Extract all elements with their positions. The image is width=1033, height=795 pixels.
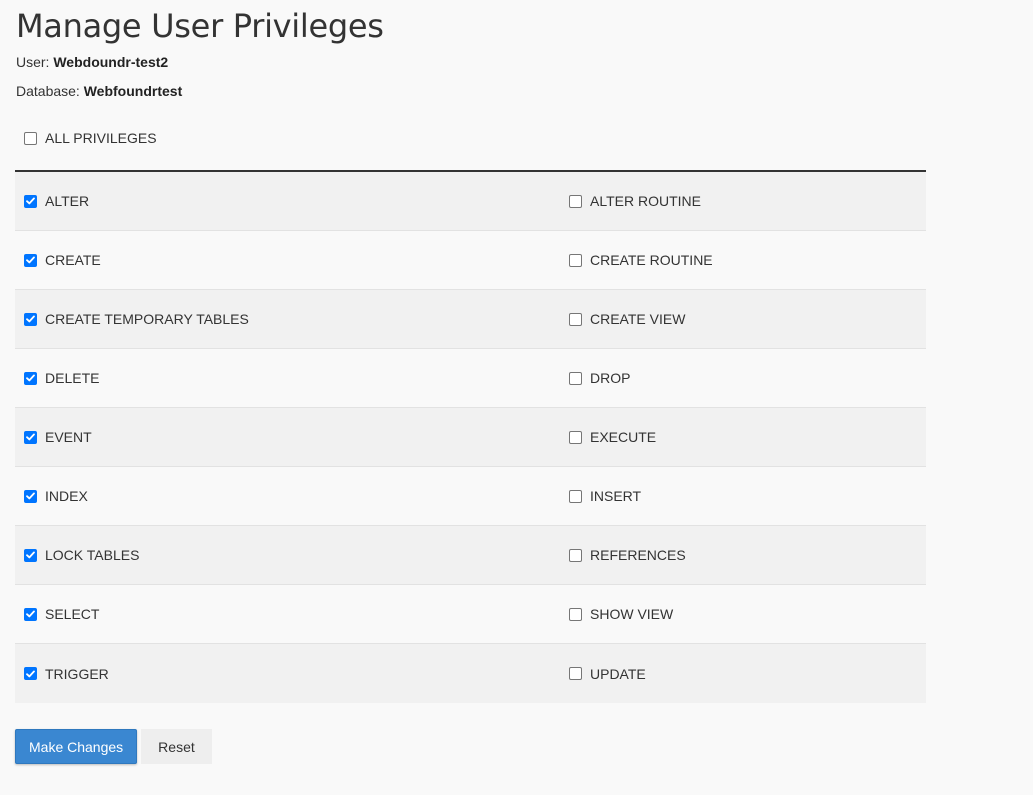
page-title: Manage User Privileges — [16, 7, 384, 45]
privilege-checkbox-create[interactable] — [24, 253, 37, 267]
privilege-label: INSERT — [590, 488, 642, 504]
privilege-option-index[interactable]: INDEX — [24, 467, 88, 525]
privilege-option-trigger[interactable]: TRIGGER — [24, 644, 109, 703]
privilege-label: CREATE VIEW — [590, 311, 686, 327]
privilege-checkbox-trigger[interactable] — [24, 667, 37, 680]
all-privileges-label: ALL PRIVILEGES — [45, 130, 157, 146]
checkmark-icon — [26, 315, 35, 323]
privilege-checkbox-create-view[interactable] — [569, 312, 582, 326]
privilege-option-execute[interactable]: EXECUTE — [569, 408, 656, 466]
privilege-checkbox-alter-routine[interactable] — [569, 194, 582, 208]
make-changes-button[interactable]: Make Changes — [15, 729, 138, 764]
all-privileges-checkbox[interactable] — [24, 131, 37, 145]
privilege-label: ALTER ROUTINE — [590, 193, 701, 209]
checkmark-icon — [26, 492, 35, 500]
all-privileges-option[interactable]: ALL PRIVILEGES — [24, 130, 157, 146]
privilege-checkbox-alter[interactable] — [24, 194, 37, 208]
privilege-checkbox-index[interactable] — [24, 489, 37, 503]
privilege-option-create-routine[interactable]: CREATE ROUTINE — [569, 231, 713, 289]
privilege-checkbox-event[interactable] — [24, 430, 37, 444]
privilege-row: LOCK TABLES REFERENCES — [15, 526, 926, 585]
privilege-checkbox-create-routine[interactable] — [569, 253, 582, 267]
checkmark-icon — [26, 374, 35, 382]
privilege-option-alter-routine[interactable]: ALTER ROUTINE — [569, 172, 701, 230]
privilege-checkbox-execute[interactable] — [569, 430, 582, 444]
privilege-option-create[interactable]: CREATE — [24, 231, 101, 289]
database-value: Webfoundrtest — [83, 83, 183, 99]
privilege-row: SELECT SHOW VIEW — [15, 585, 926, 644]
privilege-checkbox-show-view[interactable] — [569, 607, 582, 621]
privilege-label: REFERENCES — [590, 547, 686, 563]
privilege-label: EXECUTE — [590, 429, 657, 445]
privilege-option-show-view[interactable]: SHOW VIEW — [569, 585, 673, 643]
privilege-option-create-view[interactable]: CREATE VIEW — [569, 290, 685, 348]
privilege-option-event[interactable]: EVENT — [24, 408, 92, 466]
privilege-label: DROP — [590, 370, 631, 386]
privilege-label: ALTER — [45, 193, 90, 209]
privileges-table: ALTER ALTER ROUTINE CREATE CREATE ROUTINE CR… — [15, 170, 926, 703]
privilege-label: CREATE ROUTINE — [590, 252, 713, 268]
privilege-row: TRIGGER UPDATE — [15, 644, 926, 703]
privilege-row: ALTER ALTER ROUTINE — [15, 172, 926, 231]
checkmark-icon — [26, 551, 35, 559]
privilege-label: INDEX — [45, 488, 88, 504]
checkmark-icon — [26, 197, 35, 205]
privilege-row: CREATE CREATE ROUTINE — [15, 231, 926, 290]
privilege-row: DELETE DROP — [15, 349, 926, 408]
checkmark-icon — [26, 670, 35, 677]
privilege-checkbox-update[interactable] — [569, 667, 582, 680]
user-label: User: — [16, 54, 54, 70]
privilege-option-drop[interactable]: DROP — [569, 349, 630, 407]
privilege-label: DELETE — [45, 370, 100, 386]
privilege-checkbox-select[interactable] — [24, 607, 37, 621]
checkmark-icon — [26, 610, 35, 618]
privilege-checkbox-create-temporary-tables[interactable] — [24, 312, 37, 326]
form-actions: Make Changes Reset — [15, 729, 212, 764]
user-info: User: Webdoundr-test2 — [16, 52, 168, 72]
privilege-option-insert[interactable]: INSERT — [569, 467, 641, 525]
checkmark-icon — [26, 433, 35, 441]
privilege-label: CREATE — [45, 252, 101, 268]
privilege-row: CREATE TEMPORARY TABLES CREATE VIEW — [15, 290, 926, 349]
privilege-checkbox-lock-tables[interactable] — [24, 548, 37, 562]
privilege-option-select[interactable]: SELECT — [24, 585, 99, 643]
privilege-option-references[interactable]: REFERENCES — [569, 526, 686, 584]
privilege-label: TRIGGER — [45, 665, 109, 682]
privilege-option-alter[interactable]: ALTER — [24, 172, 89, 230]
privilege-checkbox-drop[interactable] — [569, 371, 582, 385]
privilege-option-delete[interactable]: DELETE — [24, 349, 99, 407]
privilege-row: EVENT EXECUTE — [15, 408, 926, 467]
database-label: Database: — [16, 83, 84, 99]
privilege-checkbox-delete[interactable] — [24, 371, 37, 385]
privilege-label: UPDATE — [590, 665, 646, 682]
user-value: Webdoundr-test2 — [53, 54, 169, 70]
privilege-option-lock-tables[interactable]: LOCK TABLES — [24, 526, 139, 584]
privilege-label: SELECT — [45, 606, 100, 622]
privilege-option-update[interactable]: UPDATE — [569, 644, 646, 703]
privilege-label: EVENT — [45, 429, 92, 445]
privilege-label: CREATE TEMPORARY TABLES — [45, 311, 249, 327]
privilege-label: LOCK TABLES — [45, 547, 140, 563]
privilege-label: SHOW VIEW — [590, 606, 674, 622]
privilege-option-create-temporary-tables[interactable]: CREATE TEMPORARY TABLES — [24, 290, 249, 348]
database-info: Database: Webfoundrtest — [16, 81, 182, 101]
privilege-checkbox-insert[interactable] — [569, 489, 582, 503]
reset-button[interactable]: Reset — [141, 729, 212, 764]
privilege-checkbox-references[interactable] — [569, 548, 582, 562]
privilege-row: INDEX INSERT — [15, 467, 926, 526]
manage-privileges-page: Manage User Privileges User: Webdoundr-t… — [0, 0, 1033, 795]
checkmark-icon — [26, 256, 35, 264]
